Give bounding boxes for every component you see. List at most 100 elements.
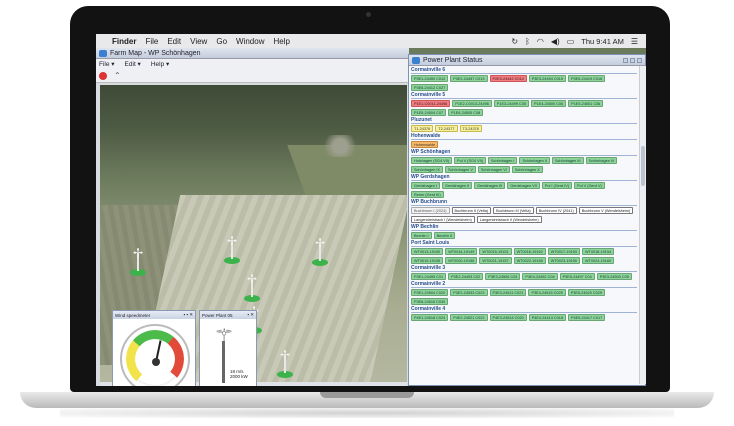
turbine-status-chip[interactable]: P3E6-24412 C027: [411, 84, 449, 91]
scrollbar-thumb[interactable]: [641, 146, 645, 186]
turbine-status-chip[interactable]: Schönhagen IX: [411, 166, 443, 173]
power-plant-titlebar[interactable]: Power Plant 05 ▪ ✕: [200, 311, 256, 319]
farm-window-titlebar[interactable]: Farm Map - WP Schönhagen: [96, 48, 409, 59]
plant-group-name[interactable]: Cormainville 6: [411, 67, 637, 74]
turbine-status-chip[interactable]: P1E5-24501 C06: [568, 100, 604, 107]
farm-menu-edit[interactable]: Edit ▾: [125, 60, 141, 68]
turbine-marker[interactable]: ✢: [275, 349, 295, 381]
plant-group-name[interactable]: Pluzunet: [411, 117, 637, 124]
turbine-status-chip[interactable]: P1E1-C0011-24496: [411, 100, 451, 107]
plant-group-name[interactable]: Cormainville 3: [411, 265, 637, 272]
turbine-status-chip[interactable]: P3E5-24419 C016: [568, 75, 606, 82]
navigate-up-icon[interactable]: ⌃: [114, 71, 121, 80]
window-controls-icon[interactable]: ▪ ▪ ✕: [184, 312, 193, 318]
wifi-icon[interactable]: ◠: [537, 37, 544, 46]
turbine-status-chip[interactable]: Langendreisbach I (Wendelsheim): [411, 216, 475, 223]
plant-group-name[interactable]: WP Schönhagen: [411, 149, 637, 156]
turbine-status-chip[interactable]: Buchbrunn III (Velta): [493, 207, 534, 214]
turbine-status-chip[interactable]: P3E4-24492 C04: [522, 273, 558, 280]
turbine-status-chip[interactable]: Schönhagen III: [551, 157, 584, 164]
turbine-status-chip[interactable]: Schönhagen V: [444, 166, 476, 173]
turbine-status-chip[interactable]: Bechlin II: [433, 232, 456, 239]
turbine-status-chip[interactable]: WT0020-19156: [445, 257, 478, 264]
turbine-status-chip[interactable]: WT0022-19158: [513, 257, 546, 264]
status-vertical-scrollbar[interactable]: [639, 66, 646, 384]
menu-go[interactable]: Go: [216, 37, 227, 46]
turbine-status-chip[interactable]: P4E1-24518 C024: [411, 314, 449, 321]
turbine-marker[interactable]: ✢: [310, 237, 330, 269]
turbine-status-chip[interactable]: Pul V (SG4 VII): [454, 157, 487, 164]
status-window-titlebar[interactable]: Power Plant Status: [409, 55, 645, 66]
turbine-status-chip[interactable]: P1E6-24505 C08: [448, 109, 484, 116]
turbine-status-chip[interactable]: P3E1-24450 C012: [411, 75, 449, 82]
turbine-status-chip[interactable]: P1E3-24499 C05: [493, 100, 530, 107]
turbine-status-chip[interactable]: P4E3-24514 C020: [489, 314, 527, 321]
turbine-status-chip[interactable]: Buchbrunn I (2024): [411, 207, 450, 214]
turbine-status-chip[interactable]: Schönhagen II: [519, 157, 550, 164]
turbine-status-chip[interactable]: WT0014-19149: [445, 248, 478, 255]
turbine-status-chip[interactable]: P3E5-24520 C029: [567, 289, 605, 296]
turbine-status-chip[interactable]: P4E4-24413 C018: [528, 314, 566, 321]
sync-icon[interactable]: ↻: [511, 37, 518, 46]
turbine-status-chip[interactable]: P3E6-24516 C030: [411, 298, 449, 305]
wind-speed-widget[interactable]: Wind speedmeter ▪ ▪ ✕: [112, 310, 196, 386]
farm-menu-file[interactable]: File ▾: [99, 60, 115, 68]
wind-speed-titlebar[interactable]: Wind speedmeter ▪ ▪ ✕: [113, 311, 195, 319]
turbine-status-chip[interactable]: Bechlin I: [411, 232, 432, 239]
turbine-status-chip[interactable]: P4E5-24417 C017: [568, 314, 606, 321]
turbine-status-chip[interactable]: P3E3-24500 C05: [596, 273, 632, 280]
menubar-clock[interactable]: Thu 9:41 AM: [581, 37, 624, 46]
turbine-status-chip[interactable]: WT0015-19151: [479, 248, 512, 255]
window-controls-icon[interactable]: ▪ ✕: [247, 312, 254, 318]
turbine-status-chip[interactable]: Schönhagen I: [488, 157, 518, 164]
turbine-status-chip[interactable]: WT0016-19152: [513, 248, 546, 255]
turbine-status-chip[interactable]: Schönhagen VI: [477, 166, 510, 173]
turbine-status-chip[interactable]: P3E5-24497 C04: [559, 273, 595, 280]
power-plant-widget[interactable]: Power Plant 05 ▪ ✕ ⚚ 18 m/s 2000 kW: [199, 310, 257, 386]
menu-view[interactable]: View: [190, 37, 207, 46]
turbine-status-chip[interactable]: P3E1-24495 C01: [411, 273, 447, 280]
plant-group-name[interactable]: Cormainville 4: [411, 306, 637, 313]
turbine-status-chip[interactable]: Schönhagen X: [511, 166, 543, 173]
close-button[interactable]: [637, 57, 642, 63]
turbine-status-chip[interactable]: WT0013-19150: [411, 248, 444, 255]
battery-icon[interactable]: ▭: [567, 37, 575, 46]
plant-group-name[interactable]: Port Saint Louis: [411, 240, 637, 247]
turbine-status-chip[interactable]: P3E2-24533 C023: [450, 289, 488, 296]
plant-group-name[interactable]: Cormainville 2: [411, 281, 637, 288]
menu-file[interactable]: File: [145, 37, 158, 46]
turbine-status-chip[interactable]: Langendreisbach II (Wendelsheim): [476, 216, 542, 223]
turbine-status-chip[interactable]: P1E4-24500 C06: [531, 100, 567, 107]
volume-icon[interactable]: ◀): [551, 37, 560, 46]
plant-group-name[interactable]: WP Gerdshagen: [411, 174, 637, 181]
turbine-status-chip[interactable]: P3E3-24511 C021: [489, 289, 527, 296]
turbine-status-chip[interactable]: P1E5-24504 C07: [411, 109, 447, 116]
turbine-status-chip[interactable]: P4E2-24521 C022: [450, 314, 488, 321]
maximize-button[interactable]: [630, 57, 635, 63]
turbine-status-chip[interactable]: Gerdshagen III: [474, 182, 506, 189]
turbine-status-chip[interactable]: Reher (Gerd III): [411, 191, 444, 198]
turbine-status-chip[interactable]: P1E2-C0013-24496: [452, 100, 492, 107]
turbine-status-chip[interactable]: WT0019-19155: [411, 257, 444, 264]
turbine-status-chip[interactable]: Pul I (Gerd IV): [541, 182, 573, 189]
bluetooth-icon[interactable]: ᛒ: [525, 37, 530, 46]
turbine-status-chip[interactable]: WT0023-19159: [547, 257, 580, 264]
minimize-button[interactable]: [623, 57, 628, 63]
turbine-status-chip[interactable]: WT0021-19157: [479, 257, 512, 264]
turbine-status-chip[interactable]: T1-24376: [411, 125, 434, 132]
plant-group-name[interactable]: WP Bechlin: [411, 224, 637, 231]
plant-group-name[interactable]: Hohenwalde: [411, 133, 637, 140]
turbine-status-chip[interactable]: P3E3-24506 C03: [485, 273, 521, 280]
plant-group-name[interactable]: Cormainville 5: [411, 92, 637, 99]
turbine-status-chip[interactable]: Hohenwalde: [411, 141, 439, 148]
turbine-status-chip[interactable]: P2E3-24442 C014: [489, 75, 527, 82]
turbine-status-chip[interactable]: P3E1-24504 C020: [411, 289, 449, 296]
turbine-status-chip[interactable]: Pul V (Gerd V): [574, 182, 605, 189]
plant-group-name[interactable]: WP Buchbrunn: [411, 199, 637, 206]
turbine-status-chip[interactable]: Buchbrunn II (Velta): [451, 207, 492, 214]
farm-menu-help[interactable]: Help ▾: [151, 60, 169, 68]
turbine-status-chip[interactable]: T2-24377: [435, 125, 458, 132]
turbine-status-chip[interactable]: WT0024-19160: [581, 257, 615, 264]
turbine-status-chip[interactable]: Buchbrunn V (Wendelsheim): [578, 207, 634, 214]
turbine-status-chip[interactable]: Holzhagen (SG4 VII): [411, 157, 453, 164]
